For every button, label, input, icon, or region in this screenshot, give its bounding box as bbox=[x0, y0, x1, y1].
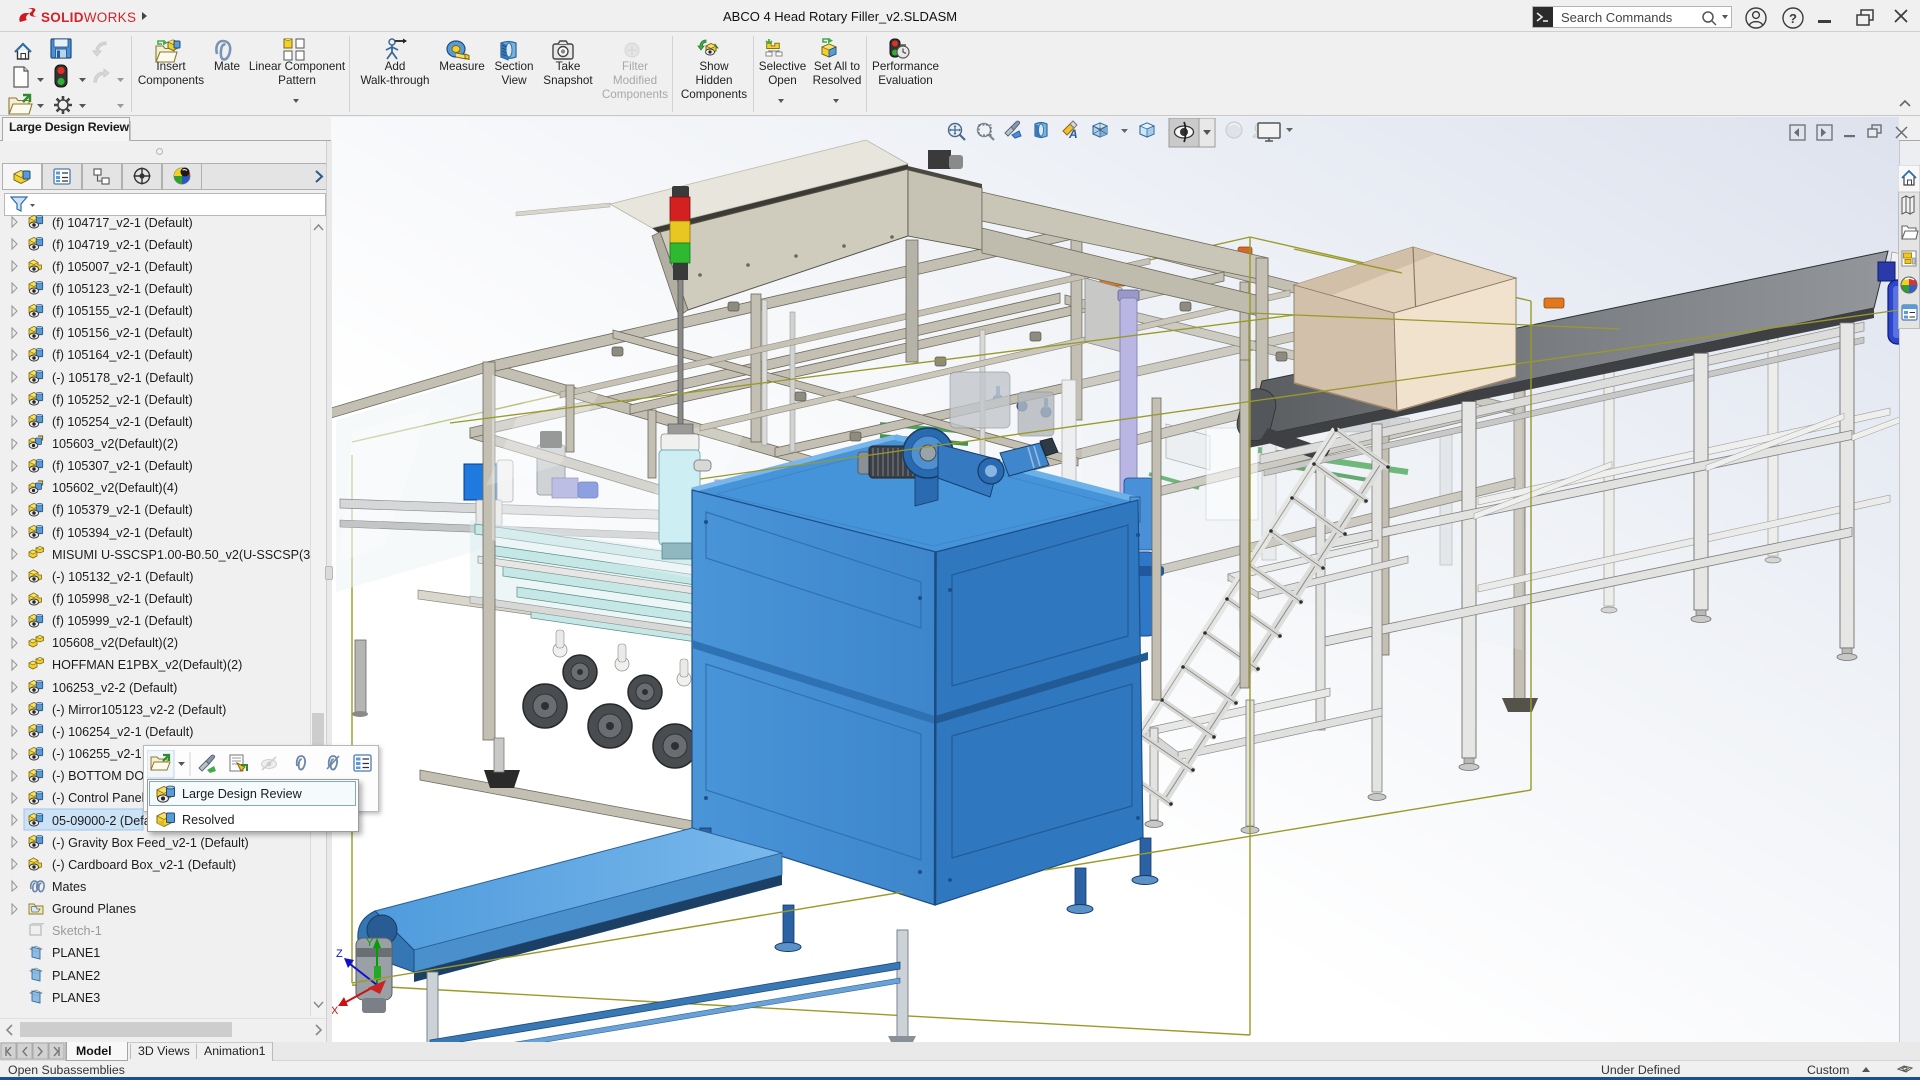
svg-text:Resolved: Resolved bbox=[182, 813, 235, 827]
svg-text:(-) 105178_v2-1 (Default): (-) 105178_v2-1 (Default) bbox=[52, 371, 193, 385]
svg-text:05-09000-2 (Defau: 05-09000-2 (Defau bbox=[52, 814, 158, 828]
svg-text:Z: Z bbox=[336, 948, 343, 960]
svg-text:A: A bbox=[1068, 127, 1078, 141]
svg-text:Mates: Mates bbox=[52, 880, 86, 894]
svg-text:(f) 105156_v2-1 (Default): (f) 105156_v2-1 (Default) bbox=[52, 326, 193, 340]
svg-text:(f) 105254_v2-1 (Default): (f) 105254_v2-1 (Default) bbox=[52, 415, 193, 429]
svg-text:(-) Control Panel_: (-) Control Panel_ bbox=[52, 791, 152, 805]
svg-text:Sketch-1: Sketch-1 bbox=[52, 924, 102, 938]
svg-text:(-) Gravity Box Feed_v2-1 (De: (-) Gravity Box Feed_v2-1 (Default) bbox=[52, 836, 249, 850]
svg-text:?: ? bbox=[1789, 11, 1797, 26]
svg-text:(f) 105999_v2-1 (Default): (f) 105999_v2-1 (Default) bbox=[52, 614, 193, 628]
svg-text:X: X bbox=[331, 1005, 339, 1017]
svg-text:Ground Planes: Ground Planes bbox=[52, 902, 136, 916]
svg-text:(f) 105007_v2-1 (Default): (f) 105007_v2-1 (Default) bbox=[52, 260, 193, 274]
svg-text:(f) 105252_v2-1 (Default): (f) 105252_v2-1 (Default) bbox=[52, 393, 193, 407]
svg-text:(-) BOTTOM DOO: (-) BOTTOM DOO bbox=[52, 769, 154, 783]
svg-text:105603_v2(Default)(2): 105603_v2(Default)(2) bbox=[52, 437, 178, 451]
svg-text:105608_v2(Default)(2): 105608_v2(Default)(2) bbox=[52, 636, 178, 650]
svg-text:(-) Mirror105123_v2-2 (Default: (-) Mirror105123_v2-2 (Default) bbox=[52, 703, 226, 717]
svg-text:Large Design Review: Large Design Review bbox=[182, 787, 303, 801]
svg-text:(f) 105394_v2-1 (Default): (f) 105394_v2-1 (Default) bbox=[52, 526, 193, 540]
svg-text:(f) 104719_v2-1 (Default): (f) 104719_v2-1 (Default) bbox=[52, 238, 193, 252]
svg-text:(f) 105155_v2-1 (Default): (f) 105155_v2-1 (Default) bbox=[52, 304, 193, 318]
svg-text:(-) Cardboard Box_v2-1 (Defaul: (-) Cardboard Box_v2-1 (Default) bbox=[52, 858, 236, 872]
svg-text:HOFFMAN E1PBX_v2(Default)(2): HOFFMAN E1PBX_v2(Default)(2) bbox=[52, 658, 242, 672]
svg-text:(-) 106254_v2-1 (Default): (-) 106254_v2-1 (Default) bbox=[52, 725, 193, 739]
svg-text:PLANE3: PLANE3 bbox=[52, 991, 100, 1005]
svg-text:MISUMI U-SSCSP1.00-B0.50_v2(U-: MISUMI U-SSCSP1.00-B0.50_v2(U-SSCSP(304 … bbox=[52, 548, 331, 562]
svg-text:106253_v2-2 (Default): 106253_v2-2 (Default) bbox=[52, 681, 177, 695]
svg-text:(-) 105132_v2-1 (Default): (-) 105132_v2-1 (Default) bbox=[52, 570, 193, 584]
svg-text:PLANE2: PLANE2 bbox=[52, 969, 100, 983]
svg-text:(f) 105164_v2-1 (Default): (f) 105164_v2-1 (Default) bbox=[52, 348, 193, 362]
svg-text:SOLIDWORKS: SOLIDWORKS bbox=[41, 10, 136, 25]
svg-text:Y: Y bbox=[366, 937, 374, 949]
svg-text:(f) 105379_v2-1 (Default): (f) 105379_v2-1 (Default) bbox=[52, 503, 193, 517]
svg-text:(f) 105307_v2-1 (Default): (f) 105307_v2-1 (Default) bbox=[52, 459, 193, 473]
svg-text:105602_v2(Default)(4): 105602_v2(Default)(4) bbox=[52, 481, 178, 495]
svg-text:(f) 104717_v2-1 (Default): (f) 104717_v2-1 (Default) bbox=[52, 216, 193, 230]
svg-text:(f) 105123_v2-1 (Default): (f) 105123_v2-1 (Default) bbox=[52, 282, 193, 296]
svg-text:PLANE1: PLANE1 bbox=[52, 946, 100, 960]
svg-text:(f) 105998_v2-1 (Default): (f) 105998_v2-1 (Default) bbox=[52, 592, 193, 606]
